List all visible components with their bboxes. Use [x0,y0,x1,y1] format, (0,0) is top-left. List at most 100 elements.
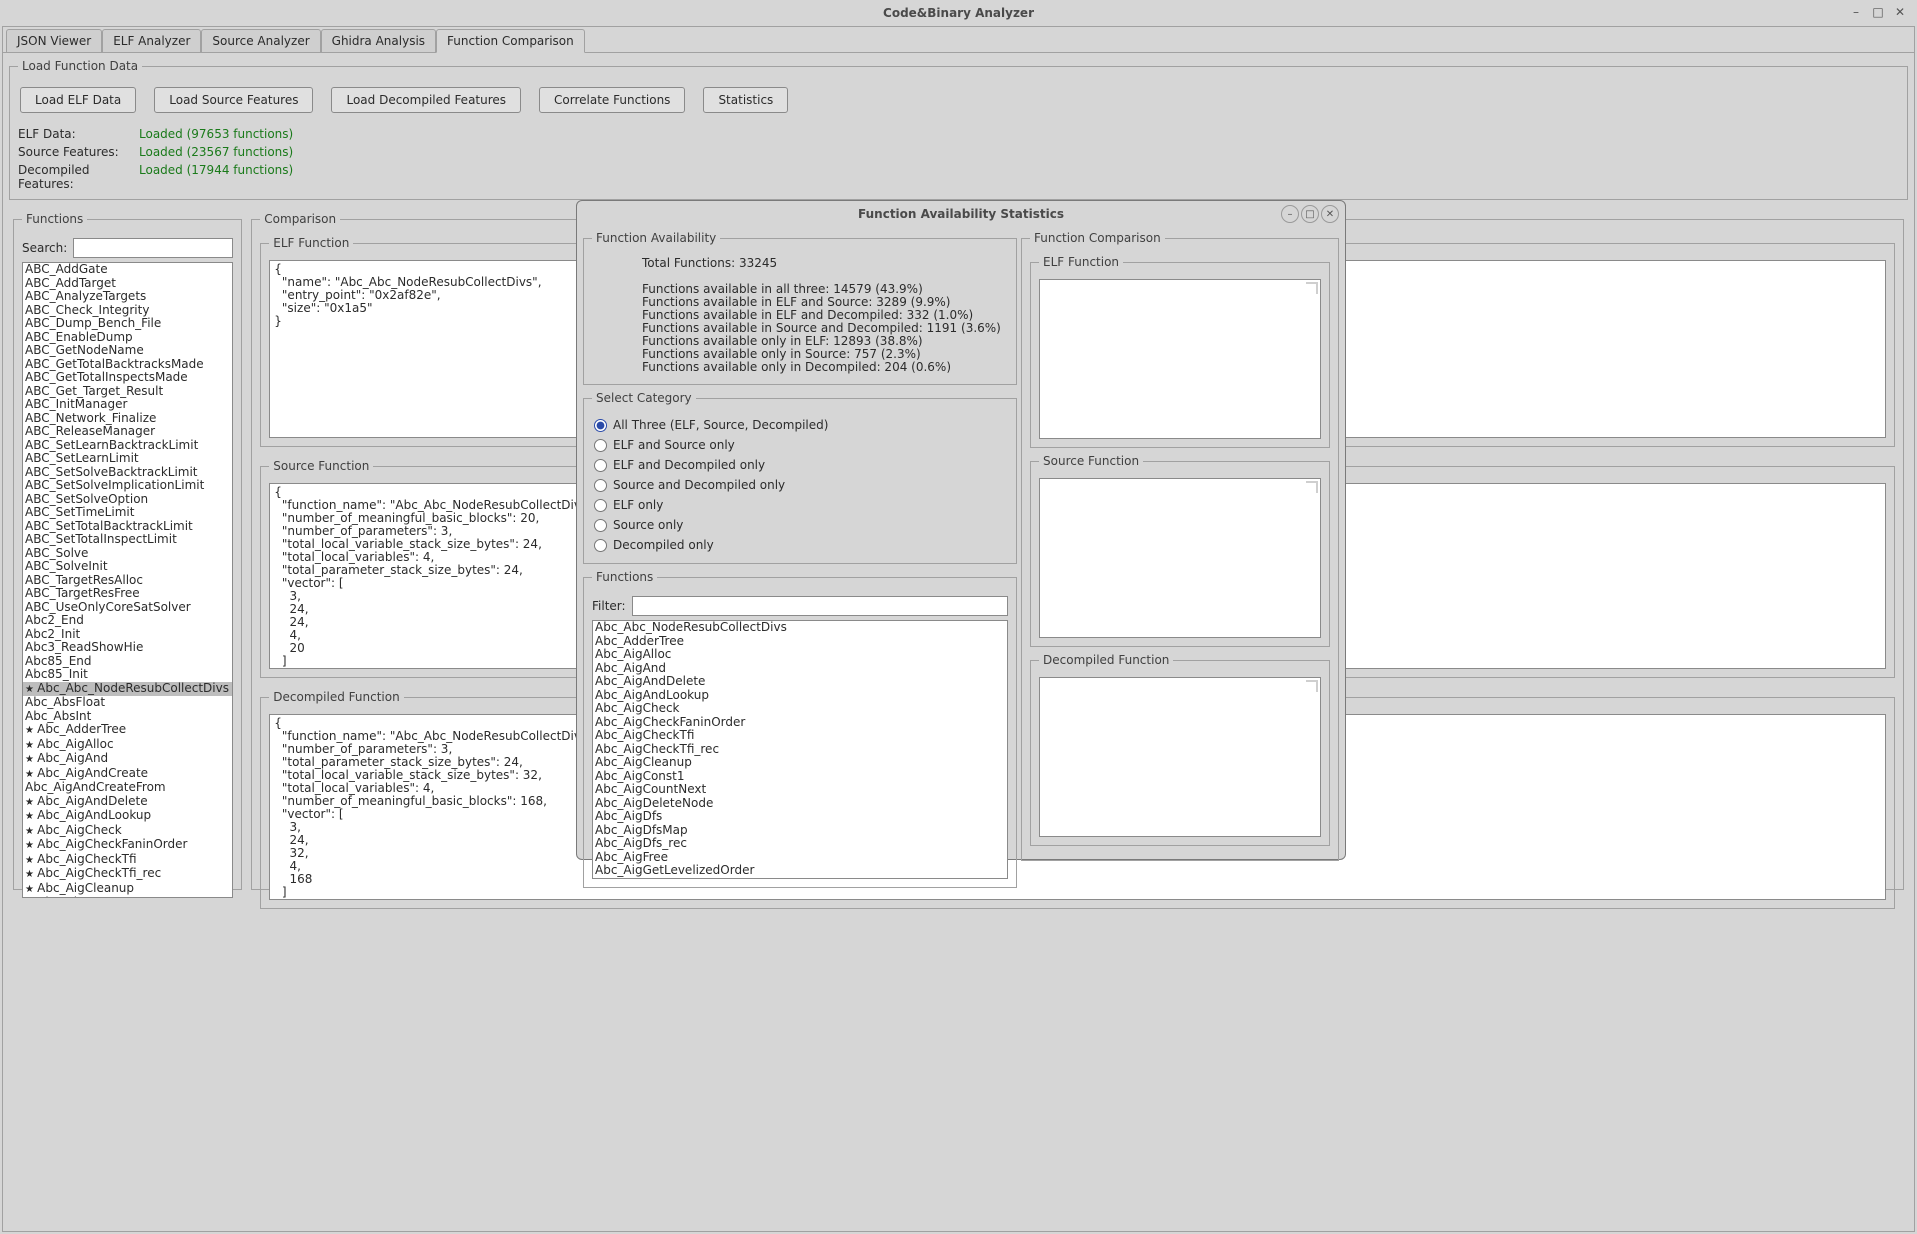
radio-input[interactable] [594,479,607,492]
list-item[interactable]: Abc_AigAnd [593,662,1007,676]
tab-ghidra-analysis[interactable]: Ghidra Analysis [321,29,436,52]
load-source-features-button[interactable]: Load Source Features [154,87,313,113]
list-item[interactable]: ABC_SetSolveImplicationLimit [23,479,232,493]
dialog-functions-listbox[interactable]: Abc_Abc_NodeResubCollectDivsAbc_AdderTre… [592,620,1008,879]
statistics-button[interactable]: Statistics [703,87,788,113]
list-item[interactable]: ABC_GetTotalBacktracksMade [23,358,232,372]
list-item[interactable]: ABC_GetTotalInspectsMade [23,371,232,385]
minimize-icon[interactable]: – [1847,3,1865,21]
maximize-icon[interactable]: □ [1869,3,1887,21]
category-radio-option[interactable]: ELF and Source only [592,435,1008,455]
list-item[interactable]: ABC_UseOnlyCoreSatSolver [23,601,232,615]
list-item[interactable]: Abc_AigConst1 [593,770,1007,784]
list-item[interactable]: ABC_SetSolveBacktrackLimit [23,466,232,480]
list-item[interactable]: Abc_AdderTree [23,723,232,738]
list-item[interactable]: Abc_AigDeleteNode [593,797,1007,811]
list-item[interactable]: Abc2_Init [23,628,232,642]
list-item[interactable]: Abc_AigDfs [593,810,1007,824]
list-item[interactable]: ABC_SetTotalInspectLimit [23,533,232,547]
tab-elf-analyzer[interactable]: ELF Analyzer [102,29,201,52]
list-item[interactable]: Abc_AigAnd [23,752,232,767]
dialog-close-icon[interactable]: ✕ [1321,205,1339,223]
list-item[interactable]: Abc_AigCheckFaninOrder [593,716,1007,730]
list-item[interactable]: ABC_GetNodeName [23,344,232,358]
list-item[interactable]: Abc_AigCleanup [23,882,232,897]
list-item[interactable]: Abc_AbsInt [23,710,232,724]
list-item[interactable]: ABC_AnalyzeTargets [23,290,232,304]
list-item[interactable]: Abc_AigAndLookup [593,689,1007,703]
tab-function-comparison[interactable]: Function Comparison [436,29,585,53]
list-item[interactable]: ABC_Solve [23,547,232,561]
list-item[interactable]: ABC_Check_Integrity [23,304,232,318]
dialog-source-function-text[interactable] [1039,478,1321,638]
list-item[interactable]: Abc_AigDfsMap [593,824,1007,838]
list-item[interactable]: Abc_AigCountNext [593,783,1007,797]
list-item[interactable]: ABC_SetSolveOption [23,493,232,507]
close-icon[interactable]: ✕ [1891,3,1909,21]
list-item[interactable]: Abc_AigCheck [593,702,1007,716]
list-item[interactable]: ABC_SolveInit [23,560,232,574]
load-decompiled-features-button[interactable]: Load Decompiled Features [331,87,521,113]
list-item[interactable]: ABC_Get_Target_Result [23,385,232,399]
list-item[interactable]: ABC_Network_Finalize [23,412,232,426]
list-item[interactable]: Abc_AigAndLookup [23,809,232,824]
search-input[interactable] [73,238,233,258]
list-item[interactable]: ABC_EnableDump [23,331,232,345]
list-item[interactable]: Abc_AigCheckFaninOrder [23,838,232,853]
list-item[interactable]: ABC_SetTimeLimit [23,506,232,520]
list-item[interactable]: Abc_AigCheck [23,824,232,839]
list-item[interactable]: Abc_AigAlloc [593,648,1007,662]
list-item[interactable]: Abc_AigGetLevelizedOrder [593,864,1007,878]
radio-input[interactable] [594,419,607,432]
category-radio-option[interactable]: Source only [592,515,1008,535]
list-item[interactable]: ABC_AddGate [23,263,232,277]
tab-json-viewer[interactable]: JSON Viewer [6,29,102,52]
category-radio-option[interactable]: All Three (ELF, Source, Decompiled) [592,415,1008,435]
list-item[interactable]: Abc2_End [23,614,232,628]
radio-input[interactable] [594,439,607,452]
functions-listbox[interactable]: ABC_AddGateABC_AddTargetABC_AnalyzeTarge… [22,262,233,898]
radio-input[interactable] [594,539,607,552]
list-item[interactable]: ABC_SetLearnLimit [23,452,232,466]
category-radio-option[interactable]: ELF and Decompiled only [592,455,1008,475]
list-item[interactable]: ABC_ReleaseManager [23,425,232,439]
list-item[interactable]: Abc85_End [23,655,232,669]
list-item[interactable]: Abc_AigCleanup [593,756,1007,770]
correlate-functions-button[interactable]: Correlate Functions [539,87,685,113]
list-item[interactable]: Abc_AigAndDelete [23,795,232,810]
list-item[interactable]: ABC_SetTotalBacktrackLimit [23,520,232,534]
radio-input[interactable] [594,459,607,472]
list-item[interactable]: Abc_AigCheckTfi [23,853,232,868]
list-item[interactable]: Abc_Abc_NodeResubCollectDivs [23,682,232,697]
list-item[interactable]: Abc_AigAlloc [23,738,232,753]
list-item[interactable]: Abc_AigFree [593,851,1007,865]
dialog-decompiled-function-text[interactable] [1039,677,1321,837]
list-item[interactable]: Abc_Abc_NodeResubCollectDivs [593,621,1007,635]
load-elf-data-button[interactable]: Load ELF Data [20,87,136,113]
dialog-elf-function-text[interactable] [1039,279,1321,439]
list-item[interactable]: ABC_AddTarget [23,277,232,291]
list-item[interactable]: Abc_AigAndDelete [593,675,1007,689]
list-item[interactable]: Abc_AigCheckTfi [593,729,1007,743]
list-item[interactable]: ABC_SetLearnBacktrackLimit [23,439,232,453]
list-item[interactable]: Abc85_Init [23,668,232,682]
radio-input[interactable] [594,499,607,512]
list-item[interactable]: Abc_AigAndCreate [23,767,232,782]
list-item[interactable]: Abc3_ReadShowHie [23,641,232,655]
dialog-maximize-icon[interactable]: □ [1301,205,1319,223]
radio-input[interactable] [594,519,607,532]
list-item[interactable]: Abc_AigCheckTfi_rec [23,867,232,882]
list-item[interactable]: Abc_AigDfs_rec [593,837,1007,851]
list-item[interactable]: ABC_TargetResAlloc [23,574,232,588]
category-radio-option[interactable]: Decompiled only [592,535,1008,555]
category-radio-option[interactable]: Source and Decompiled only [592,475,1008,495]
list-item[interactable]: ABC_Dump_Bench_File [23,317,232,331]
list-item[interactable]: Abc_AbsFloat [23,696,232,710]
category-radio-option[interactable]: ELF only [592,495,1008,515]
list-item[interactable]: ABC_InitManager [23,398,232,412]
list-item[interactable]: Abc_AdderTree [593,635,1007,649]
filter-input[interactable] [632,596,1008,616]
tab-source-analyzer[interactable]: Source Analyzer [201,29,320,52]
list-item[interactable]: ABC_TargetResFree [23,587,232,601]
list-item[interactable]: Abc_AigAndCreateFrom [23,781,232,795]
